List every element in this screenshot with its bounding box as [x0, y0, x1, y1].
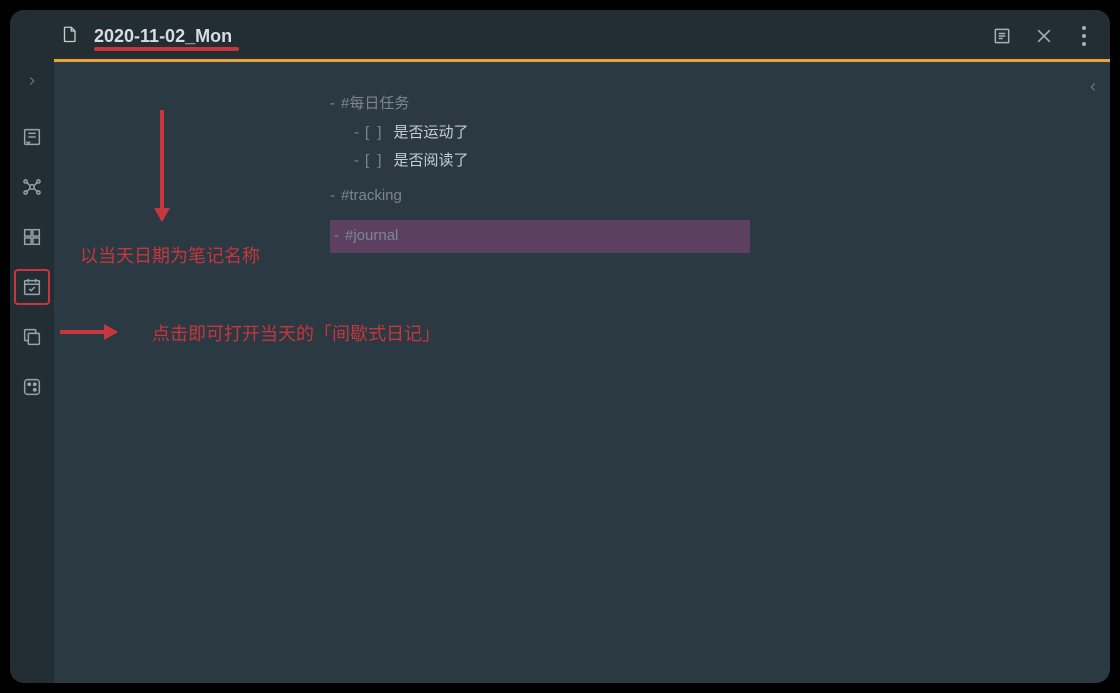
- app-body: - #每日任务 - [ ] 是否运动了 - [ ] 是否阅读了 - #track…: [10, 62, 1110, 683]
- annotation-underline: [94, 47, 239, 51]
- daily-note-icon[interactable]: [14, 269, 50, 305]
- file-title-text: 2020-11-02_Mon: [94, 26, 232, 46]
- bullet-tracking[interactable]: - #tracking: [330, 182, 1110, 211]
- reading-mode-icon[interactable]: [992, 26, 1012, 46]
- annotation-arrow-right: [60, 330, 116, 334]
- titlebar: 2020-11-02_Mon: [10, 10, 1110, 62]
- file-icon: [60, 25, 78, 47]
- app-window: 2020-11-02_Mon: [10, 10, 1110, 683]
- left-ribbon: [10, 62, 54, 683]
- titlebar-actions: [992, 24, 1092, 48]
- bullet-daily-tasks[interactable]: - #每日任务: [330, 90, 1110, 119]
- graph-view-icon[interactable]: [14, 169, 50, 205]
- collapse-left-icon[interactable]: [25, 74, 39, 93]
- checkbox-unchecked[interactable]: [ ]: [365, 147, 384, 176]
- checkbox-unchecked[interactable]: [ ]: [365, 119, 384, 148]
- task-read-label: 是否阅读了: [394, 147, 469, 176]
- plugins-icon[interactable]: [14, 219, 50, 255]
- file-explorer-icon[interactable]: [14, 119, 50, 155]
- task-read[interactable]: - [ ] 是否阅读了: [330, 147, 1110, 176]
- highlighted-line[interactable]: - #journal: [330, 220, 750, 253]
- bullet-marker: -: [334, 222, 339, 251]
- task-exercise[interactable]: - [ ] 是否运动了: [330, 119, 1110, 148]
- annotation-title-note: 以当天日期为笔记名称: [80, 242, 260, 268]
- close-icon[interactable]: [1034, 26, 1054, 46]
- bullet-marker: -: [330, 90, 335, 119]
- task-exercise-label: 是否运动了: [394, 119, 469, 148]
- tag-journal[interactable]: #journal: [345, 222, 398, 251]
- bullet-marker: -: [354, 147, 359, 176]
- note-content[interactable]: - #每日任务 - [ ] 是否运动了 - [ ] 是否阅读了 - #track…: [54, 62, 1110, 683]
- annotation-click-note: 点击即可打开当天的「间歇式日记」: [152, 320, 440, 346]
- bullet-marker: -: [330, 182, 335, 211]
- tag-daily[interactable]: #每日任务: [341, 90, 409, 119]
- random-note-icon[interactable]: [14, 369, 50, 405]
- bullet-marker: -: [354, 119, 359, 148]
- more-options-icon[interactable]: [1076, 24, 1092, 48]
- file-title: 2020-11-02_Mon: [94, 26, 232, 47]
- copy-icon[interactable]: [14, 319, 50, 355]
- annotation-arrow-down: [160, 110, 164, 220]
- tag-tracking[interactable]: #tracking: [341, 182, 402, 211]
